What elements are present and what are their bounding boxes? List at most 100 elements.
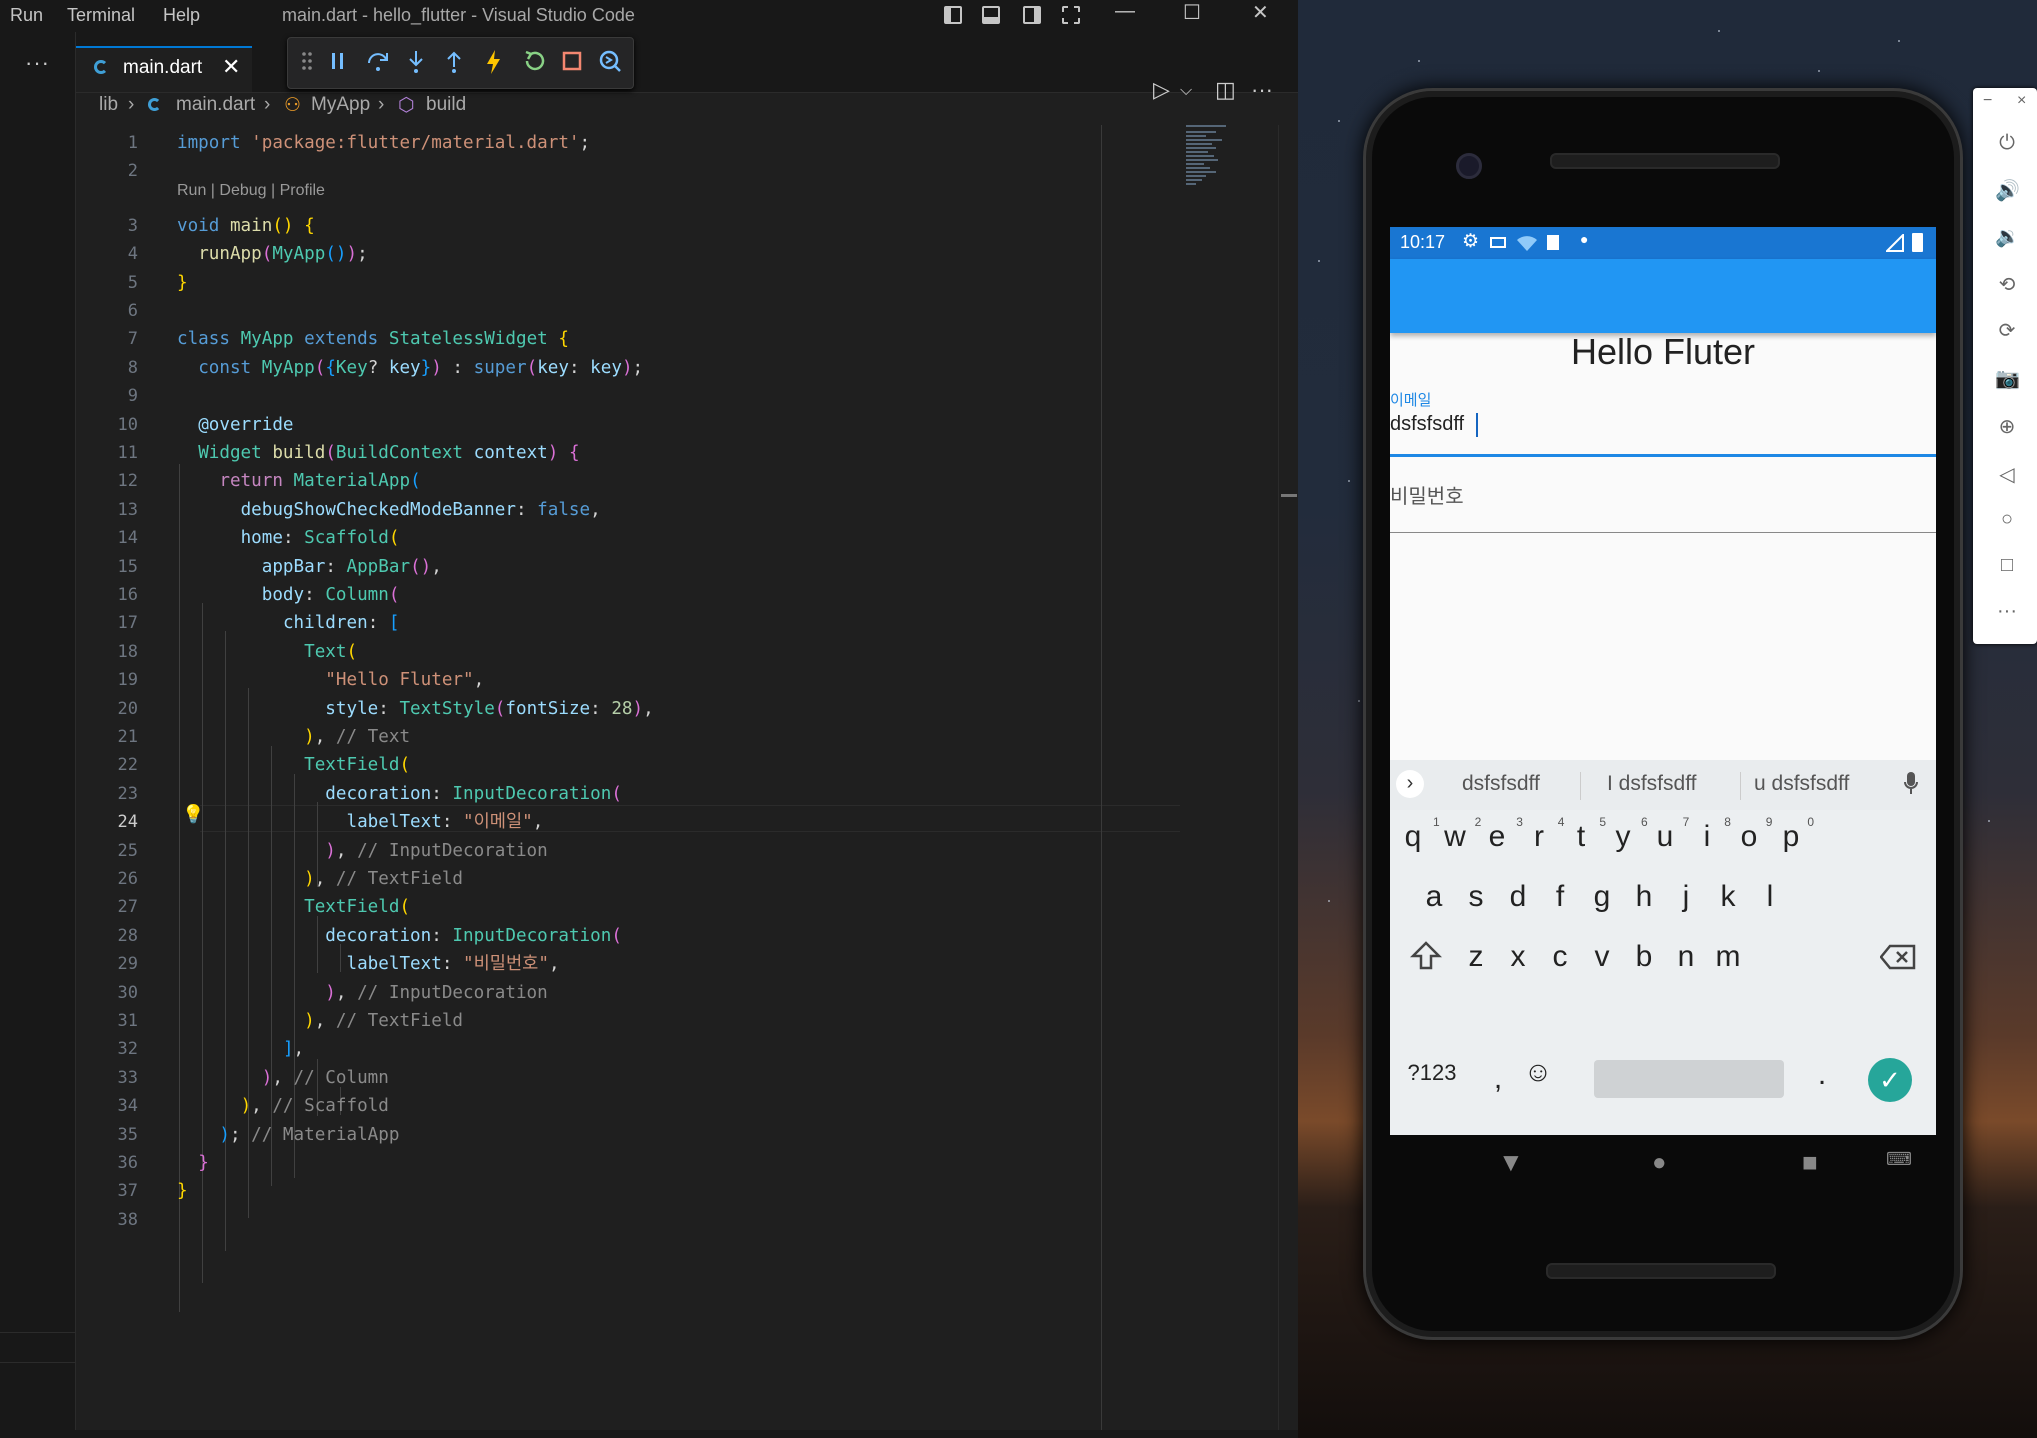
suggestion-item[interactable]: dsfsfsdff bbox=[1462, 772, 1540, 796]
code-line[interactable]: class MyApp extends StatelessWidget { bbox=[177, 329, 569, 349]
code-line[interactable]: ), // Text bbox=[177, 727, 410, 747]
code-line[interactable]: labelText: "비밀번호", bbox=[177, 954, 559, 974]
key-h[interactable]: h bbox=[1624, 880, 1664, 914]
zoom-icon[interactable]: ⊕ bbox=[1995, 414, 2019, 439]
key-m[interactable]: m bbox=[1708, 940, 1748, 974]
code-line[interactable]: home: Scaffold( bbox=[177, 528, 400, 548]
backspace-icon[interactable] bbox=[1880, 944, 1916, 970]
key-u[interactable]: u bbox=[1645, 820, 1685, 854]
hot-reload-icon[interactable] bbox=[484, 49, 502, 75]
breadcrumb-main-dart[interactable]: main.dart bbox=[176, 94, 255, 116]
minimize-emulator-icon[interactable]: − bbox=[1983, 92, 1992, 110]
code-line[interactable]: void main() { bbox=[177, 216, 315, 236]
more-icon[interactable]: ··· bbox=[25, 50, 50, 76]
comma-key[interactable]: , bbox=[1478, 1062, 1518, 1096]
code-line[interactable]: ), // Column bbox=[177, 1068, 389, 1088]
home-circle-icon[interactable]: ● bbox=[1652, 1149, 1667, 1177]
toggle-primary-sidebar-icon[interactable] bbox=[944, 6, 962, 24]
overview-icon[interactable]: □ bbox=[1995, 554, 2019, 577]
menu-run[interactable]: Run bbox=[10, 5, 43, 26]
close-window-button[interactable]: ✕ bbox=[1252, 0, 1269, 25]
toggle-panel-icon[interactable] bbox=[982, 6, 1000, 24]
keyboard-switch-icon[interactable]: ⌨ bbox=[1886, 1149, 1912, 1170]
customize-layout-icon[interactable] bbox=[1062, 6, 1080, 24]
key-w[interactable]: w bbox=[1435, 820, 1475, 854]
microphone-icon[interactable] bbox=[1904, 772, 1918, 796]
camera-icon[interactable]: 📷 bbox=[1995, 366, 2020, 391]
phone-screen[interactable]: 10:17 ⚙ ● Hello Fluter 이메일 dsfsfsdff 비밀번… bbox=[1390, 227, 1936, 1135]
code-line[interactable]: ), // Scaffold bbox=[177, 1096, 389, 1116]
code-line[interactable]: ), // TextField bbox=[177, 1011, 463, 1031]
maximize-button[interactable]: ☐ bbox=[1183, 0, 1201, 25]
key-k[interactable]: k bbox=[1708, 880, 1748, 914]
run-icon[interactable]: ▷ bbox=[1153, 77, 1170, 103]
emoji-icon[interactable]: ☺ bbox=[1518, 1056, 1558, 1088]
more-actions-icon[interactable]: ··· bbox=[1251, 77, 1273, 103]
toggle-secondary-sidebar-icon[interactable] bbox=[1023, 6, 1041, 24]
code-line[interactable]: decoration: InputDecoration( bbox=[177, 926, 622, 946]
restart-icon[interactable] bbox=[522, 49, 546, 73]
key-z[interactable]: z bbox=[1456, 940, 1496, 974]
code-line[interactable]: ), // InputDecoration bbox=[177, 841, 547, 861]
key-n[interactable]: n bbox=[1666, 940, 1706, 974]
code-line[interactable]: @override bbox=[177, 415, 293, 435]
password-field[interactable]: 비밀번호 bbox=[1390, 480, 1464, 509]
code-line[interactable]: TextField( bbox=[177, 755, 410, 775]
drag-handle-icon[interactable] bbox=[302, 52, 312, 70]
close-emulator-icon[interactable]: × bbox=[2017, 92, 2026, 110]
code-line[interactable]: appBar: AppBar(), bbox=[177, 557, 442, 577]
code-line[interactable]: ], bbox=[177, 1039, 304, 1059]
expand-chevron-icon[interactable]: › bbox=[1396, 770, 1424, 798]
back-icon[interactable]: ◁ bbox=[1995, 462, 2019, 487]
code-line[interactable]: } bbox=[177, 1153, 209, 1173]
code-line[interactable]: "Hello Fluter", bbox=[177, 670, 484, 690]
close-tab-icon[interactable]: ✕ bbox=[222, 54, 240, 80]
breadcrumb-myapp[interactable]: MyApp bbox=[311, 94, 370, 116]
suggestion-item[interactable]: I dsfsfsdff bbox=[1607, 772, 1697, 796]
code-line[interactable]: runApp(MyApp()); bbox=[177, 244, 368, 264]
tab-main-dart[interactable]: main.dart ✕ bbox=[76, 46, 252, 92]
devtools-icon[interactable] bbox=[598, 49, 622, 73]
volume-down-icon[interactable]: 🔉 bbox=[1995, 224, 2020, 249]
rotate-left-icon[interactable]: ⟲ bbox=[1995, 272, 2019, 297]
code-line[interactable]: ), // TextField bbox=[177, 869, 463, 889]
menu-terminal[interactable]: Terminal bbox=[67, 5, 135, 26]
key-d[interactable]: d bbox=[1498, 880, 1538, 914]
power-icon[interactable]: ⏻ bbox=[1995, 132, 2019, 155]
space-bar[interactable] bbox=[1594, 1060, 1784, 1098]
volume-up-icon[interactable]: 🔊 bbox=[1995, 178, 2020, 203]
run-menu-chevron-icon[interactable]: ⌵ bbox=[1180, 82, 1192, 100]
code-line[interactable]: children: [ bbox=[177, 613, 400, 633]
recents-square-icon[interactable]: ■ bbox=[1802, 1147, 1818, 1178]
period-key[interactable]: . bbox=[1802, 1058, 1842, 1092]
split-editor-icon[interactable]: ◫ bbox=[1215, 77, 1236, 103]
code-line[interactable]: body: Column( bbox=[177, 585, 400, 605]
minimap[interactable] bbox=[1186, 125, 1234, 195]
more-icon[interactable]: ··· bbox=[1995, 600, 2019, 623]
key-q[interactable]: q bbox=[1393, 820, 1433, 854]
code-line[interactable]: decoration: InputDecoration( bbox=[177, 784, 622, 804]
key-x[interactable]: x bbox=[1498, 940, 1538, 974]
key-r[interactable]: r bbox=[1519, 820, 1559, 854]
rotate-right-icon[interactable]: ⟳ bbox=[1995, 318, 2019, 343]
key-p[interactable]: p bbox=[1771, 820, 1811, 854]
key-t[interactable]: t bbox=[1561, 820, 1601, 854]
code-line[interactable]: ); // MaterialApp bbox=[177, 1125, 399, 1145]
menu-help[interactable]: Help bbox=[163, 5, 200, 26]
code-line[interactable]: } bbox=[177, 273, 188, 293]
key-o[interactable]: o bbox=[1729, 820, 1769, 854]
key-a[interactable]: a bbox=[1414, 880, 1454, 914]
key-j[interactable]: j bbox=[1666, 880, 1706, 914]
key-l[interactable]: l bbox=[1750, 880, 1790, 914]
code-line[interactable]: style: TextStyle(fontSize: 28), bbox=[177, 699, 653, 719]
step-over-icon[interactable] bbox=[366, 49, 390, 73]
key-c[interactable]: c bbox=[1540, 940, 1580, 974]
back-triangle-icon[interactable]: ▼ bbox=[1498, 1147, 1524, 1178]
code-line[interactable]: Widget build(BuildContext context) { bbox=[177, 443, 579, 463]
key-f[interactable]: f bbox=[1540, 880, 1580, 914]
stop-icon[interactable] bbox=[562, 51, 582, 71]
key-v[interactable]: v bbox=[1582, 940, 1622, 974]
breadcrumb-lib[interactable]: lib bbox=[99, 94, 118, 116]
enter-check-button[interactable]: ✓ bbox=[1868, 1058, 1912, 1102]
key-g[interactable]: g bbox=[1582, 880, 1622, 914]
